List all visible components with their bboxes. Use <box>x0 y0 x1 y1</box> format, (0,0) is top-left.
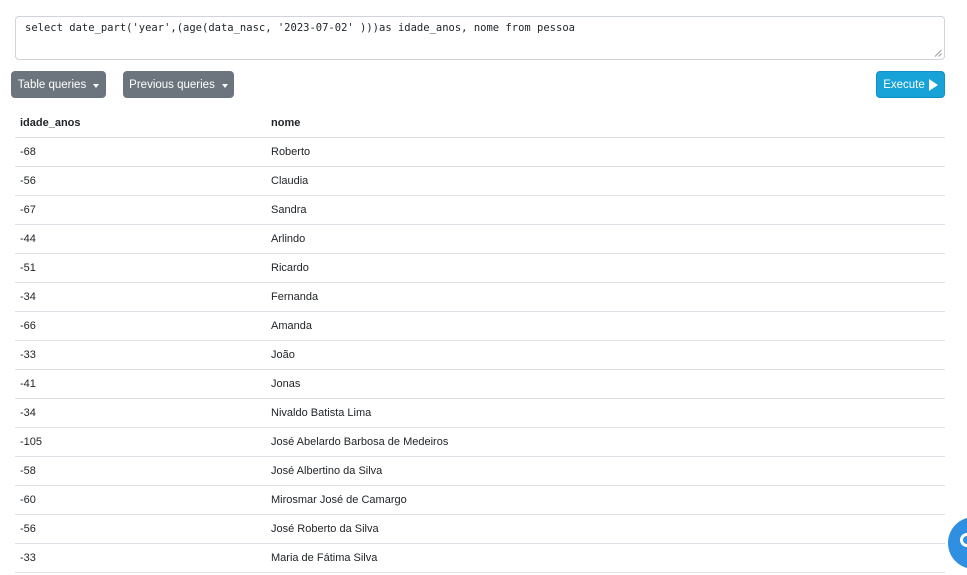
previous-queries-label: Previous queries <box>129 78 215 91</box>
chat-icon <box>960 533 967 547</box>
table-row: -67 Sandra <box>15 195 945 225</box>
execute-button[interactable]: Execute <box>876 71 945 98</box>
cell-idade-anos: -44 <box>15 224 266 254</box>
cell-idade-anos: -68 <box>15 137 266 167</box>
table-queries-label: Table queries <box>17 78 87 91</box>
cell-idade-anos: -67 <box>15 195 266 225</box>
cell-nome: Maria de Fátima Silva <box>266 543 945 573</box>
table-queries-dropdown-button[interactable]: Table queries <box>11 71 106 98</box>
cell-nome: José Roberto da Silva <box>266 514 945 544</box>
cell-nome: Nivaldo Batista Lima <box>266 398 945 428</box>
table-row: -58 José Albertino da Silva <box>15 456 945 486</box>
caret-down-icon <box>221 83 228 88</box>
resize-grip-icon[interactable] <box>934 49 942 57</box>
previous-queries-dropdown-button[interactable]: Previous queries <box>123 71 234 98</box>
cell-idade-anos: -60 <box>15 485 266 515</box>
sql-editor[interactable]: select date_part('year',(age(data_nasc, … <box>15 16 945 60</box>
cell-idade-anos: -33 <box>15 340 266 370</box>
table-header-row: idade_anos nome <box>15 109 945 138</box>
cell-nome: Amanda <box>266 311 945 341</box>
table-row: -56 Claudia <box>15 166 945 196</box>
execute-label: Execute <box>883 78 925 91</box>
cell-nome: Ricardo <box>266 253 945 283</box>
cell-nome: José Albertino da Silva <box>266 456 945 486</box>
table-row: -66 Amanda <box>15 311 945 341</box>
table-row: -41 Jonas <box>15 369 945 399</box>
table-row: -51 Ricardo <box>15 253 945 283</box>
cell-idade-anos: -33 <box>15 543 266 573</box>
table-row: -33 Maria de Fátima Silva <box>15 543 945 573</box>
cell-idade-anos: -51 <box>15 253 266 283</box>
table-row: -44 Arlindo <box>15 224 945 254</box>
cell-idade-anos: -34 <box>15 398 266 428</box>
cell-nome: Jonas <box>266 369 945 399</box>
cell-nome: Arlindo <box>266 224 945 254</box>
sql-query-input[interactable]: select date_part('year',(age(data_nasc, … <box>16 17 944 59</box>
table-row: -56 José Roberto da Silva <box>15 514 945 544</box>
cell-nome: Sandra <box>266 195 945 225</box>
results-table: idade_anos nome -68 Roberto -56 Claudia -6… <box>15 109 945 573</box>
cell-idade-anos: -66 <box>15 311 266 341</box>
cell-idade-anos: -56 <box>15 166 266 196</box>
cell-nome: José Abelardo Barbosa de Medeiros <box>266 427 945 457</box>
cell-nome: Mirosmar José de Camargo <box>266 485 945 515</box>
play-icon <box>928 78 938 91</box>
cell-nome: Claudia <box>266 166 945 196</box>
table-row: -60 Mirosmar José de Camargo <box>15 485 945 515</box>
table-row: -68 Roberto <box>15 137 945 167</box>
column-header: idade_anos <box>15 109 266 138</box>
cell-idade-anos: -105 <box>15 427 266 457</box>
column-header: nome <box>266 109 945 138</box>
caret-down-icon <box>93 83 100 88</box>
cell-idade-anos: -41 <box>15 369 266 399</box>
table-row: -34 Nivaldo Batista Lima <box>15 398 945 428</box>
cell-nome: Roberto <box>266 137 945 167</box>
chat-fab-button[interactable] <box>948 517 967 569</box>
cell-idade-anos: -56 <box>15 514 266 544</box>
cell-idade-anos: -34 <box>15 282 266 312</box>
cell-nome: Fernanda <box>266 282 945 312</box>
table-row: -34 Fernanda <box>15 282 945 312</box>
table-row: -33 João <box>15 340 945 370</box>
cell-nome: João <box>266 340 945 370</box>
table-row: -105 José Abelardo Barbosa de Medeiros <box>15 427 945 457</box>
cell-idade-anos: -58 <box>15 456 266 486</box>
